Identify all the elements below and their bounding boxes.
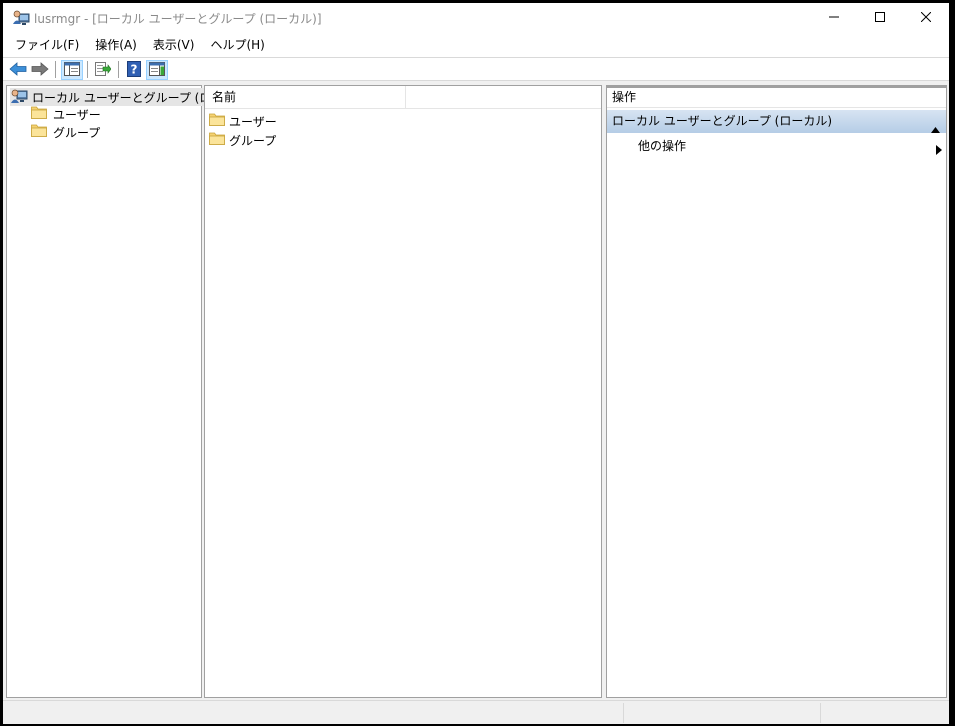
close-icon: [920, 11, 932, 25]
list-item-users[interactable]: ユーザー: [209, 112, 277, 130]
window-title: lusrmgr - [ローカル ユーザーとグループ (ローカル)]: [34, 12, 322, 26]
list-item-groups[interactable]: グループ: [209, 131, 276, 149]
export-list-icon: [95, 61, 112, 79]
menu-file[interactable]: ファイル(F): [7, 33, 87, 57]
toolbar: ?: [3, 57, 949, 81]
title-bar[interactable]: lusrmgr - [ローカル ユーザーとグループ (ローカル)]: [3, 3, 949, 33]
action-label: 他の操作: [638, 139, 687, 153]
actions-pane: 操作 ローカル ユーザーとグループ (ローカル) 他の操作: [606, 85, 947, 698]
minimize-icon: [829, 11, 839, 25]
tree-item-label: ユーザー: [53, 107, 101, 122]
users-computer-icon: [10, 88, 28, 107]
help-icon: ?: [127, 60, 141, 80]
back-arrow-icon: [9, 61, 27, 79]
actions-header: 操作: [607, 86, 946, 108]
toolbar-separator: [87, 61, 88, 78]
tree-item-users[interactable]: ユーザー: [31, 105, 101, 123]
menu-action[interactable]: 操作(A): [87, 33, 145, 57]
maximize-button[interactable]: [857, 3, 903, 33]
status-panel: [623, 703, 820, 723]
tree-item-groups[interactable]: グループ: [31, 123, 100, 141]
show-hide-console-tree-button[interactable]: [61, 60, 83, 80]
show-hide-action-pane-button[interactable]: [146, 60, 168, 80]
action-more-actions[interactable]: 他の操作: [638, 136, 946, 156]
actions-section-header[interactable]: ローカル ユーザーとグループ (ローカル): [607, 110, 946, 133]
menu-view[interactable]: 表示(V): [145, 33, 203, 57]
back-button[interactable]: [7, 60, 29, 80]
folder-icon: [209, 113, 225, 129]
users-computer-icon: [12, 9, 30, 27]
mmc-window: lusrmgr - [ローカル ユーザーとグループ (ローカル)] ファイル(F…: [3, 3, 949, 724]
folder-icon: [31, 124, 47, 140]
submenu-arrow-icon: [936, 141, 942, 161]
actions-section-label: ローカル ユーザーとグループ (ローカル): [612, 114, 833, 128]
tree-item-label: グループ: [53, 125, 101, 140]
help-button[interactable]: ?: [123, 60, 145, 80]
result-list-pane[interactable]: 名前 ユーザー グループ: [204, 85, 602, 698]
maximize-icon: [875, 11, 885, 25]
console-tree-pane[interactable]: ローカル ユーザーとグループ (ローカル) ユーザー グループ: [6, 85, 255, 698]
minimize-button[interactable]: [811, 3, 857, 33]
list-item-label: グループ: [229, 133, 277, 148]
menu-help[interactable]: ヘルプ(H): [202, 33, 272, 57]
folder-icon: [31, 106, 47, 122]
list-header: 名前: [205, 86, 601, 109]
status-panel: [820, 703, 949, 723]
export-list-button[interactable]: [92, 60, 114, 80]
show-hide-console-tree-icon: [64, 61, 80, 79]
close-button[interactable]: [903, 3, 949, 33]
show-hide-action-pane-icon: [149, 61, 165, 79]
menu-bar: ファイル(F) 操作(A) 表示(V) ヘルプ(H): [3, 33, 949, 57]
forward-button[interactable]: [29, 60, 51, 80]
status-bar: [3, 700, 949, 724]
toolbar-separator: [118, 61, 119, 78]
svg-text:?: ?: [131, 62, 138, 76]
column-header-name[interactable]: 名前: [205, 86, 406, 109]
list-item-label: ユーザー: [229, 114, 277, 129]
toolbar-separator: [55, 61, 56, 78]
folder-icon: [209, 132, 225, 148]
forward-arrow-icon: [31, 61, 49, 79]
